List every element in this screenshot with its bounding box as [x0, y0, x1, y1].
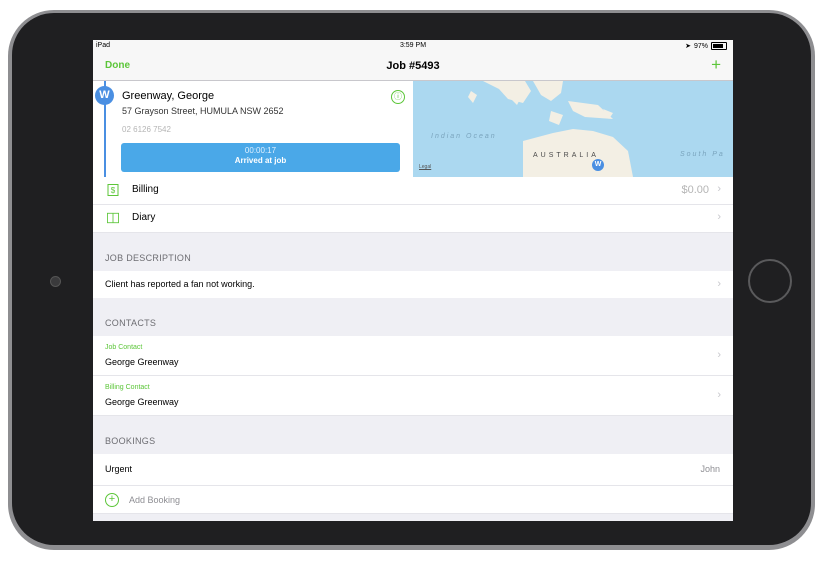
- chevron-right-icon: ›: [717, 183, 721, 195]
- battery-icon: [711, 42, 727, 50]
- job-actions: $ Billing $0.00 › Diary ›: [93, 177, 733, 233]
- contact-name: George Greenway: [105, 397, 179, 407]
- map-view[interactable]: Indian Ocean AUSTRALIA South Pa Legal W: [413, 81, 733, 177]
- add-booking-row[interactable]: + Add Booking: [93, 486, 733, 514]
- chevron-right-icon: ›: [717, 211, 721, 223]
- contacts-header: CONTACTS: [93, 298, 733, 337]
- home-button[interactable]: [748, 259, 792, 303]
- contacts-section: Job Contact George Greenway › Billing Co…: [93, 336, 733, 416]
- status-bar: iPad 3:59 PM ➤ 97%: [93, 40, 733, 53]
- location-icon: ➤: [685, 43, 691, 50]
- billing-label: Billing: [132, 184, 159, 195]
- job-description-row[interactable]: Client has reported a fan not working. ›: [93, 271, 733, 299]
- status-time: 3:59 PM: [399, 42, 427, 49]
- client-card: W Greenway, George 57 Grayson Street, HU…: [93, 81, 413, 177]
- job-timer: 00:00:17: [244, 146, 277, 155]
- svg-text:$: $: [111, 186, 116, 195]
- screen: iPad 3:59 PM ➤ 97% Done Job #5493 + W Gr…: [93, 40, 733, 521]
- status-right: ➤ 97%: [685, 42, 727, 50]
- job-description-text: Client has reported a fan not working.: [105, 279, 255, 289]
- arrived-at-job-button[interactable]: 00:00:17 Arrived at job: [121, 143, 400, 172]
- client-name: Greenway, George: [122, 90, 215, 102]
- map-legal-link[interactable]: Legal: [419, 164, 431, 170]
- diary-row[interactable]: Diary ›: [93, 205, 733, 233]
- job-description-title: JOB DESCRIPTION: [105, 253, 192, 263]
- camera-icon: [50, 276, 61, 287]
- job-description-header: JOB DESCRIPTION: [93, 233, 733, 272]
- billing-row[interactable]: $ Billing $0.00 ›: [93, 177, 733, 205]
- add-booking-label: Add Booking: [129, 495, 181, 505]
- job-description-section: Client has reported a fan not working. ›: [93, 271, 733, 299]
- contact-row-billing[interactable]: Billing Contact George Greenway ›: [93, 376, 733, 416]
- billing-amount: $0.00: [681, 184, 709, 196]
- battery-percent: 97%: [693, 42, 708, 50]
- contacts-title: CONTACTS: [105, 318, 157, 328]
- book-icon: [107, 212, 119, 224]
- page-title: Job #5493: [386, 60, 440, 72]
- arrived-label: Arrived at job: [234, 156, 287, 165]
- chevron-right-icon: ›: [717, 349, 721, 361]
- chevron-right-icon: ›: [717, 278, 721, 290]
- add-circle-icon: +: [105, 493, 119, 507]
- map-pin[interactable]: W: [592, 159, 604, 171]
- nav-bar: Done Job #5493 +: [93, 53, 733, 81]
- dollar-document-icon: $: [107, 184, 119, 196]
- diary-label: Diary: [132, 212, 156, 223]
- map-ocean-label: Indian Ocean: [431, 133, 497, 140]
- bookings-header: BOOKINGS: [93, 416, 733, 455]
- map-country-label: AUSTRALIA: [533, 152, 599, 159]
- bookings-section: Urgent John + Add Booking: [93, 454, 733, 514]
- info-icon[interactable]: ⓘ: [391, 90, 405, 104]
- add-icon[interactable]: +: [711, 55, 721, 75]
- contact-role: Billing Contact: [105, 384, 150, 391]
- booking-assignee: John: [700, 464, 720, 474]
- chevron-right-icon: ›: [717, 389, 721, 401]
- contact-role: Job Contact: [105, 344, 143, 351]
- bookings-title: BOOKINGS: [105, 436, 156, 446]
- booking-label: Urgent: [105, 464, 133, 474]
- map-land: [468, 81, 633, 177]
- client-address[interactable]: 57 Grayson Street, HUMULA NSW 2652: [122, 106, 284, 116]
- contact-name: George Greenway: [105, 357, 179, 367]
- booking-row[interactable]: Urgent John: [93, 454, 733, 486]
- client-badge: W: [95, 86, 114, 105]
- map-region-label: South Pa: [680, 151, 725, 158]
- contact-row-job[interactable]: Job Contact George Greenway ›: [93, 336, 733, 376]
- client-phone[interactable]: 02 6126 7542: [122, 125, 171, 134]
